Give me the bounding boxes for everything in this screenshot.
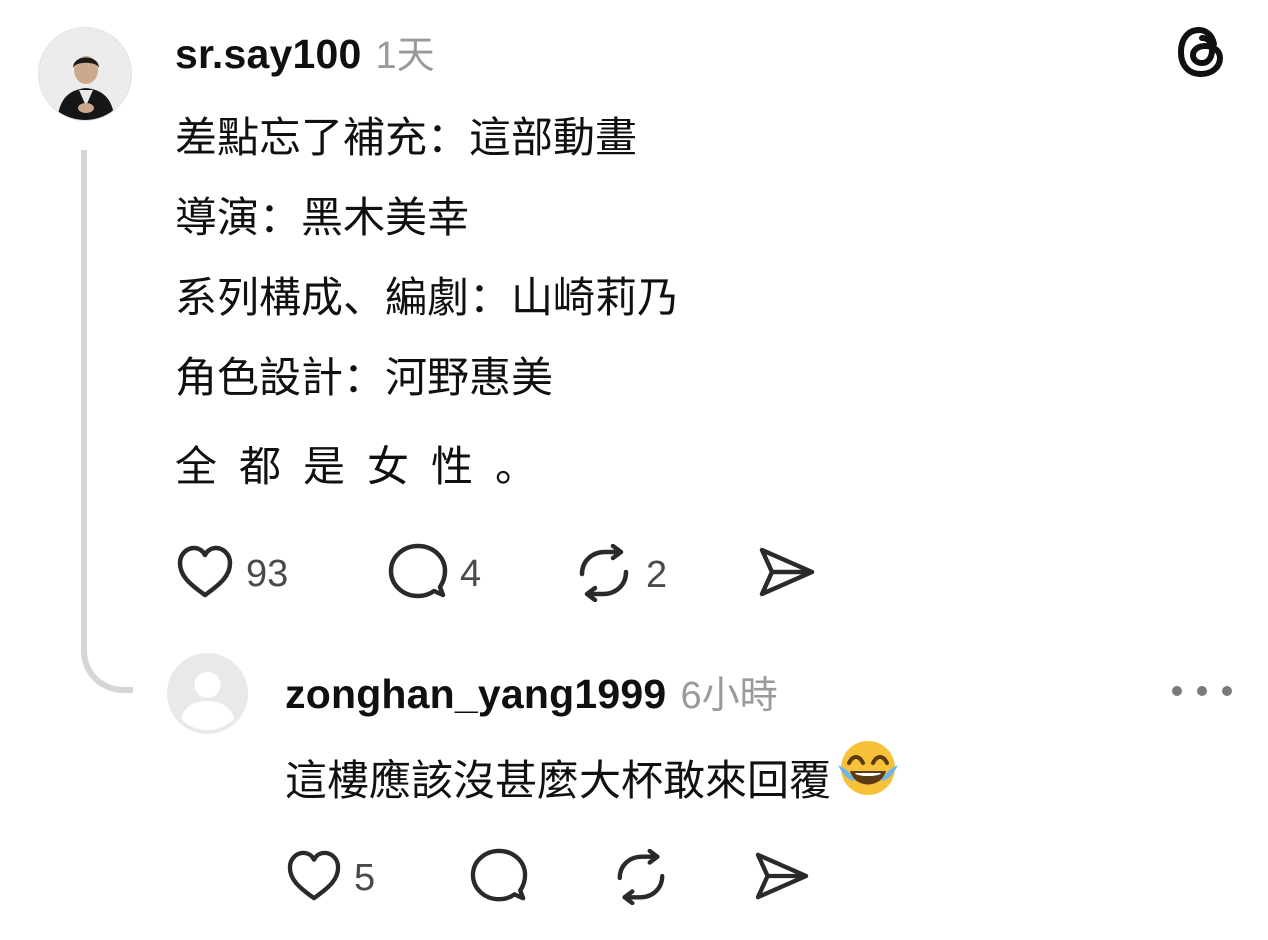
reply-avatar[interactable] <box>167 653 248 734</box>
post-line: 差點忘了補充：這部動畫 <box>175 113 638 162</box>
reply-like-count: 5 <box>354 856 376 899</box>
reply-share-button[interactable] <box>754 851 810 905</box>
send-icon <box>758 546 816 602</box>
more-dots-icon[interactable] <box>1172 678 1232 704</box>
tears-of-joy-emoji-icon <box>835 735 901 827</box>
heart-icon <box>286 850 342 906</box>
repost-icon <box>612 848 670 909</box>
comment-button[interactable]: 4 <box>388 543 481 605</box>
post-line: 系列構成、編劇：山崎莉乃 <box>175 273 680 322</box>
post-header: sr.say100 1天 <box>175 24 435 79</box>
reply-text: 這樓應該沒甚麼大杯敢來回覆 <box>285 756 832 805</box>
comment-bubble-icon <box>388 543 448 605</box>
reply-like-button[interactable]: 5 <box>286 850 375 906</box>
reply-comment-button[interactable] <box>470 848 528 908</box>
repost-button[interactable]: 2 <box>574 543 668 606</box>
post-closing-line: 全都是女性。 <box>175 442 560 491</box>
repost-icon <box>574 543 634 606</box>
post-body: 差點忘了補充：這部動畫 導演：黑木美幸 系列構成、編劇：山崎莉乃 角色設計：河野… <box>175 98 679 418</box>
post-username[interactable]: sr.say100 <box>175 31 362 78</box>
share-button[interactable] <box>758 546 816 602</box>
reply-repost-button[interactable] <box>612 848 670 909</box>
like-count: 93 <box>246 552 289 595</box>
repost-count: 2 <box>646 553 668 596</box>
reply-username[interactable]: zonghan_yang1999 <box>285 671 666 718</box>
comment-bubble-icon <box>470 848 528 908</box>
send-icon <box>754 851 810 905</box>
reply-timestamp: 6小時 <box>680 675 778 717</box>
avatar[interactable] <box>38 27 132 121</box>
threads-reply-screen: sr.say100 1天 差點忘了補充：這部動畫 導演：黑木美幸 系列構成、編劇… <box>0 0 1268 940</box>
reply-header: zonghan_yang1999 6小時 <box>285 664 778 719</box>
post-line: 導演：黑木美幸 <box>175 193 470 242</box>
post-line: 角色設計：河野惠美 <box>175 353 554 402</box>
reply-body: 這樓應該沒甚麼大杯敢來回覆 <box>285 735 901 827</box>
threads-logo-icon[interactable] <box>1172 22 1232 82</box>
post-timestamp: 1天 <box>375 35 435 77</box>
like-button[interactable]: 93 <box>176 545 288 603</box>
reply-count: 4 <box>460 552 482 595</box>
thread-connector-line <box>81 150 133 693</box>
heart-icon <box>176 545 234 603</box>
